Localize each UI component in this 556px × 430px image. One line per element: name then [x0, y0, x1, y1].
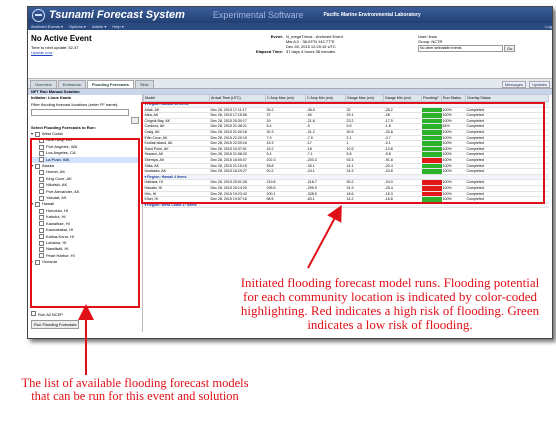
left-annotation: The list of available flooding forecast …	[21, 376, 249, 403]
arrow-to-results	[307, 204, 342, 269]
main-annotation: Initiated flooding forecast model runs. …	[240, 275, 540, 332]
annotation-arrows	[78, 204, 342, 375]
